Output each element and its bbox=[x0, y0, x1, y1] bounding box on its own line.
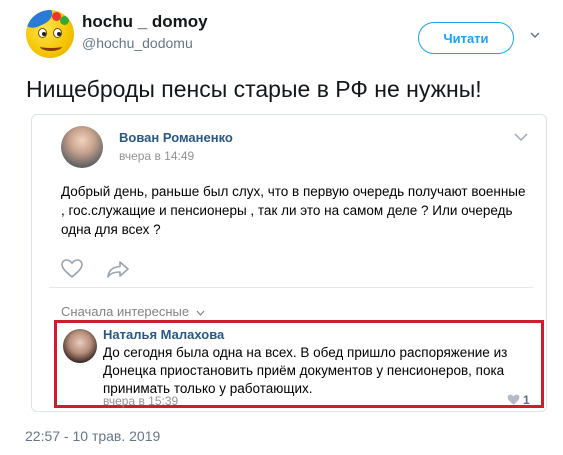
comments-sort-dropdown[interactable]: Сначала интересные bbox=[61, 304, 205, 319]
comment-text: До сегодня была одна на всех. В обед при… bbox=[103, 345, 508, 396]
comment-like-count: 1 bbox=[523, 393, 530, 407]
share-icon[interactable] bbox=[106, 259, 130, 279]
divider bbox=[49, 287, 533, 288]
avatar-eye bbox=[38, 28, 47, 38]
chevron-down-icon[interactable] bbox=[514, 132, 528, 142]
post-author-avatar[interactable] bbox=[61, 126, 103, 168]
comment-author-avatar[interactable] bbox=[63, 329, 97, 363]
heart-icon bbox=[507, 394, 520, 405]
post-time: вчера в 14:49 bbox=[119, 149, 195, 163]
tweet-header: hochu _ domoy @hochu_dodomu Читати bbox=[22, 8, 552, 64]
follow-button[interactable]: Читати bbox=[418, 22, 514, 54]
heart-icon[interactable] bbox=[61, 259, 83, 279]
avatar-eye bbox=[53, 28, 62, 38]
comment-like-button[interactable]: 1 bbox=[507, 393, 530, 407]
embedded-vk-post: Вован Романенко вчера в 14:49 Добрый ден… bbox=[31, 114, 547, 412]
user-avatar[interactable] bbox=[26, 10, 74, 58]
tweet-timestamp[interactable]: 22:57 - 10 трав. 2019 bbox=[25, 428, 160, 444]
post-author-name[interactable]: Вован Романенко bbox=[119, 130, 233, 145]
comment-time: вчера в 15:39 bbox=[103, 394, 179, 408]
user-handle[interactable]: @hochu_dodomu bbox=[82, 35, 193, 51]
user-display-name[interactable]: hochu _ domoy bbox=[82, 12, 208, 32]
avatar-mouth bbox=[40, 42, 62, 51]
chevron-down-icon[interactable] bbox=[530, 30, 540, 40]
comment-author-name[interactable]: Наталья Малахова bbox=[103, 327, 224, 342]
highlighted-comment: Наталья Малахова До сегодня была одна на… bbox=[54, 320, 544, 408]
tweet-text: Нищеброды пенсы старые в РФ не нужны! bbox=[26, 76, 482, 102]
chevron-down-icon bbox=[196, 310, 205, 316]
flower-decoration bbox=[60, 16, 69, 25]
post-body: Добрый день, раньше был слух, что в перв… bbox=[61, 184, 526, 237]
sort-label: Сначала интересные bbox=[61, 304, 190, 319]
